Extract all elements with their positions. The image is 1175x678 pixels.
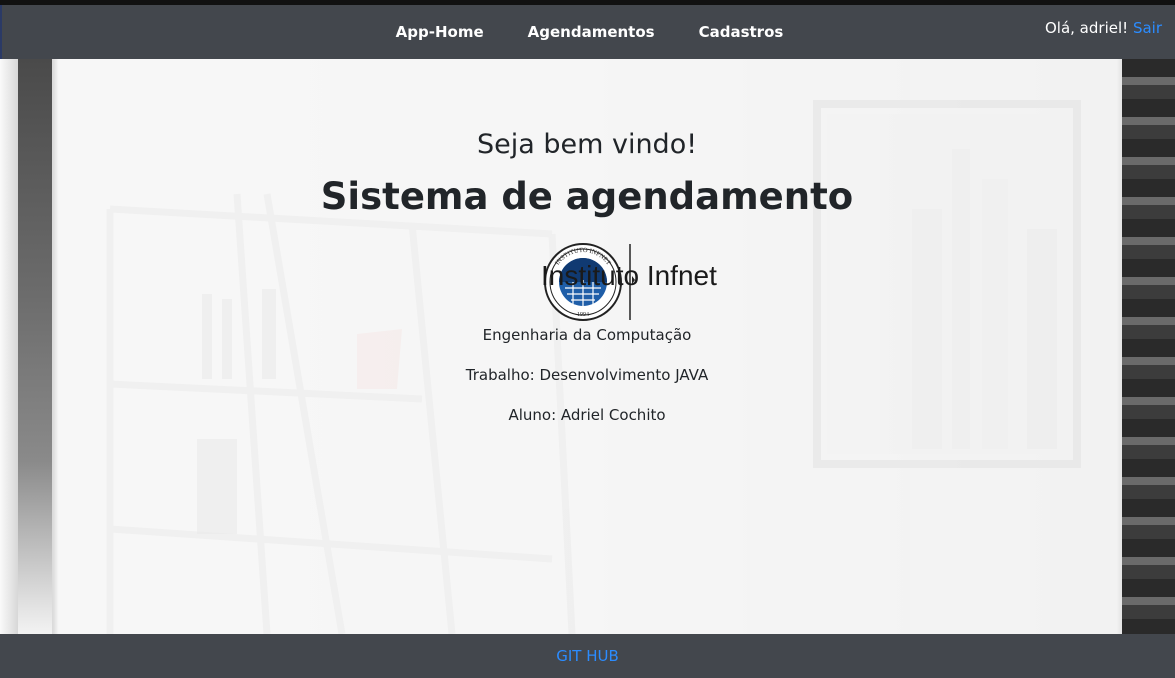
- system-title: Sistema de agendamento: [320, 175, 854, 218]
- assignment-line: Trabalho: Desenvolvimento JAVA: [465, 366, 709, 384]
- nav-links: App-Home Agendamentos Cadastros: [2, 5, 1175, 59]
- nav-link-app-home[interactable]: App-Home: [396, 23, 484, 41]
- logo-name: Instituto Infnet: [541, 260, 717, 291]
- background-right-strip: [1122, 59, 1175, 634]
- user-greeting: Olá, adriel!: [1044, 19, 1129, 37]
- user-area: Olá, adriel! Sair: [1045, 19, 1162, 37]
- logout-link[interactable]: Sair: [1133, 19, 1162, 37]
- footer-bar: GIT HUB: [0, 634, 1175, 678]
- github-link[interactable]: GIT HUB: [556, 647, 619, 665]
- course-line: Engenharia da Computação: [482, 326, 692, 344]
- seal-year: 1994: [577, 312, 589, 318]
- background-left-strip: [0, 59, 52, 634]
- instituto-infnet-logo: 1994 INSTITUTO INFNET Instituto Infnet: [444, 242, 734, 322]
- nav-link-cadastros[interactable]: Cadastros: [699, 23, 784, 41]
- student-line: Aluno: Adriel Cochito: [508, 406, 666, 424]
- nav-link-agendamentos[interactable]: Agendamentos: [528, 23, 655, 41]
- top-navbar: App-Home Agendamentos Cadastros Olá, adr…: [0, 5, 1175, 59]
- app-window: App-Home Agendamentos Cadastros Olá, adr…: [0, 0, 1175, 678]
- welcome-heading: Seja bem vindo!: [476, 129, 698, 160]
